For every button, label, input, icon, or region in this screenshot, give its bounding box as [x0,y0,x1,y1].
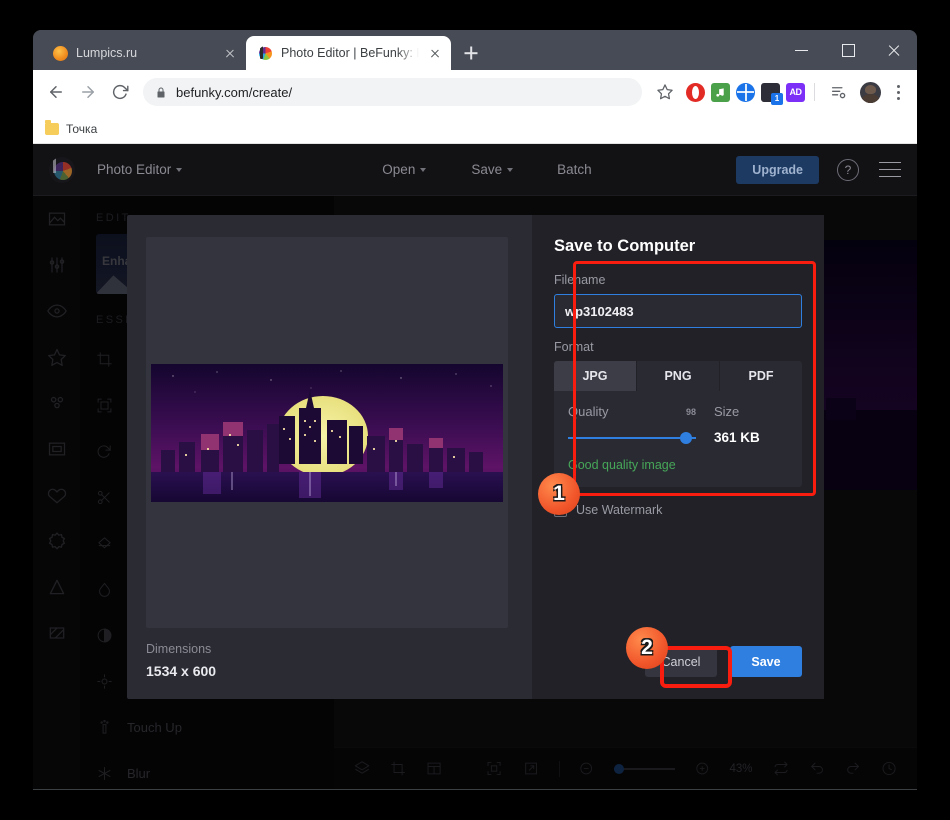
reload-icon[interactable] [105,77,135,107]
filename-label: Filename [554,273,606,287]
chevron-down-icon [176,167,183,172]
profile-avatar[interactable] [860,81,881,103]
minimize-icon[interactable] [779,30,825,70]
annotation-badge-2: 2 [626,627,668,669]
music-extension-icon[interactable] [711,82,730,102]
chevron-down-icon [507,167,514,172]
close-icon[interactable] [427,45,443,61]
nav-label: Batch [557,162,592,177]
preview-container [146,237,508,628]
opera-extension-icon[interactable] [686,82,705,102]
city-skyline-preview [151,363,503,502]
dimensions-section: Dimensions 1534 x 600 [146,628,508,699]
hamburger-icon[interactable] [879,161,901,178]
befunky-logo [49,156,75,183]
new-tab-button[interactable] [457,39,485,67]
forward-arrow-icon[interactable] [73,77,103,107]
browser-toolbar: befunky.com/create/ 1 AD [33,70,917,114]
app-header: Photo Editor Open Save Batch Upgrade ? [33,144,917,196]
ad-extension-icon[interactable]: AD [786,82,805,102]
help-icon[interactable]: ? [837,158,859,181]
chevron-down-icon [420,167,427,172]
quality-value: 98 [685,406,696,417]
browser-tab-befunky[interactable]: Photo Editor | BeFunky: Free Onli [246,36,451,70]
nav-save[interactable]: Save [471,162,514,177]
nav-label: Save [471,162,503,177]
dimensions-value: 1534 x 600 [146,663,217,679]
nav-photo-editor[interactable]: Photo Editor [97,162,183,177]
nav-batch[interactable]: Batch [557,162,592,177]
nav-label: Photo Editor [97,162,172,177]
maximize-icon[interactable] [825,30,871,70]
format-tab-pdf[interactable]: PDF [720,361,802,391]
nav-label: Open [382,162,416,177]
bookmark-item-tochka[interactable]: Точка [66,122,97,136]
dimensions-label: Dimensions [146,642,212,656]
quality-header-row: Quality 98 Size [568,404,788,419]
bookmarks-bar: Точка [33,114,917,144]
watermark-label: Use Watermark [576,503,663,517]
screenshot-root: Lumpics.ru Photo Editor | BeFunky: Free … [0,0,950,820]
nav-open[interactable]: Open [382,162,427,177]
save-button[interactable]: Save [730,646,802,677]
close-window-icon[interactable] [871,30,917,70]
lock-icon [157,87,165,97]
quality-slider-row: 361 KB [568,430,788,445]
quality-note: Good quality image [568,458,676,472]
size-label: Size [714,404,740,419]
modal-options-section: Save to Computer Filename wp3102483 Form… [532,215,824,699]
filename-input[interactable]: wp3102483 [554,294,802,328]
upgrade-button[interactable]: Upgrade [736,155,819,184]
watermark-row[interactable]: Use Watermark [554,503,802,517]
modal-preview-section: Dimensions 1534 x 600 [127,215,532,699]
extension-badge-count: 1 [771,92,783,105]
browser-tab-strip: Lumpics.ru Photo Editor | BeFunky: Free … [33,30,917,70]
folder-icon [45,120,59,135]
format-tabs: JPG PNG PDF [554,361,802,391]
star-icon[interactable] [650,77,680,107]
bag-extension-icon[interactable]: 1 [761,82,783,105]
toolbar-icons: 1 AD [650,77,909,107]
quality-section: Quality 98 Size 361 KB Good quality imag… [554,391,802,487]
window-controls [779,30,917,70]
format-label: Format [554,340,594,354]
dialog-title: Save to Computer [554,237,696,255]
tab-title: Photo Editor | BeFunky: Free Onli [281,46,419,60]
quality-slider-handle[interactable] [680,431,692,444]
toolbar-divider [814,83,815,101]
save-to-computer-dialog: Dimensions 1534 x 600 Save to Computer F… [127,215,824,699]
close-icon[interactable] [222,45,238,61]
chrome-menu-icon[interactable] [887,79,909,105]
format-tab-png[interactable]: PNG [637,361,720,391]
annotation-badge-1: 1 [538,473,580,515]
format-tab-jpg[interactable]: JPG [554,361,637,391]
lumpics-favicon [53,45,68,61]
quality-slider[interactable] [568,431,696,444]
modal-actions: Cancel Save [645,646,802,677]
quality-label: Quality [568,404,609,419]
back-arrow-icon[interactable] [41,77,71,107]
tab-title: Lumpics.ru [76,46,138,60]
globe-extension-icon[interactable] [736,82,755,102]
reading-list-icon[interactable] [824,77,854,107]
address-bar[interactable]: befunky.com/create/ [143,78,642,106]
size-value: 361 KB [714,430,760,445]
befunky-favicon [258,45,273,61]
url-text: befunky.com/create/ [176,84,293,100]
browser-tab-lumpics[interactable]: Lumpics.ru [41,36,246,70]
